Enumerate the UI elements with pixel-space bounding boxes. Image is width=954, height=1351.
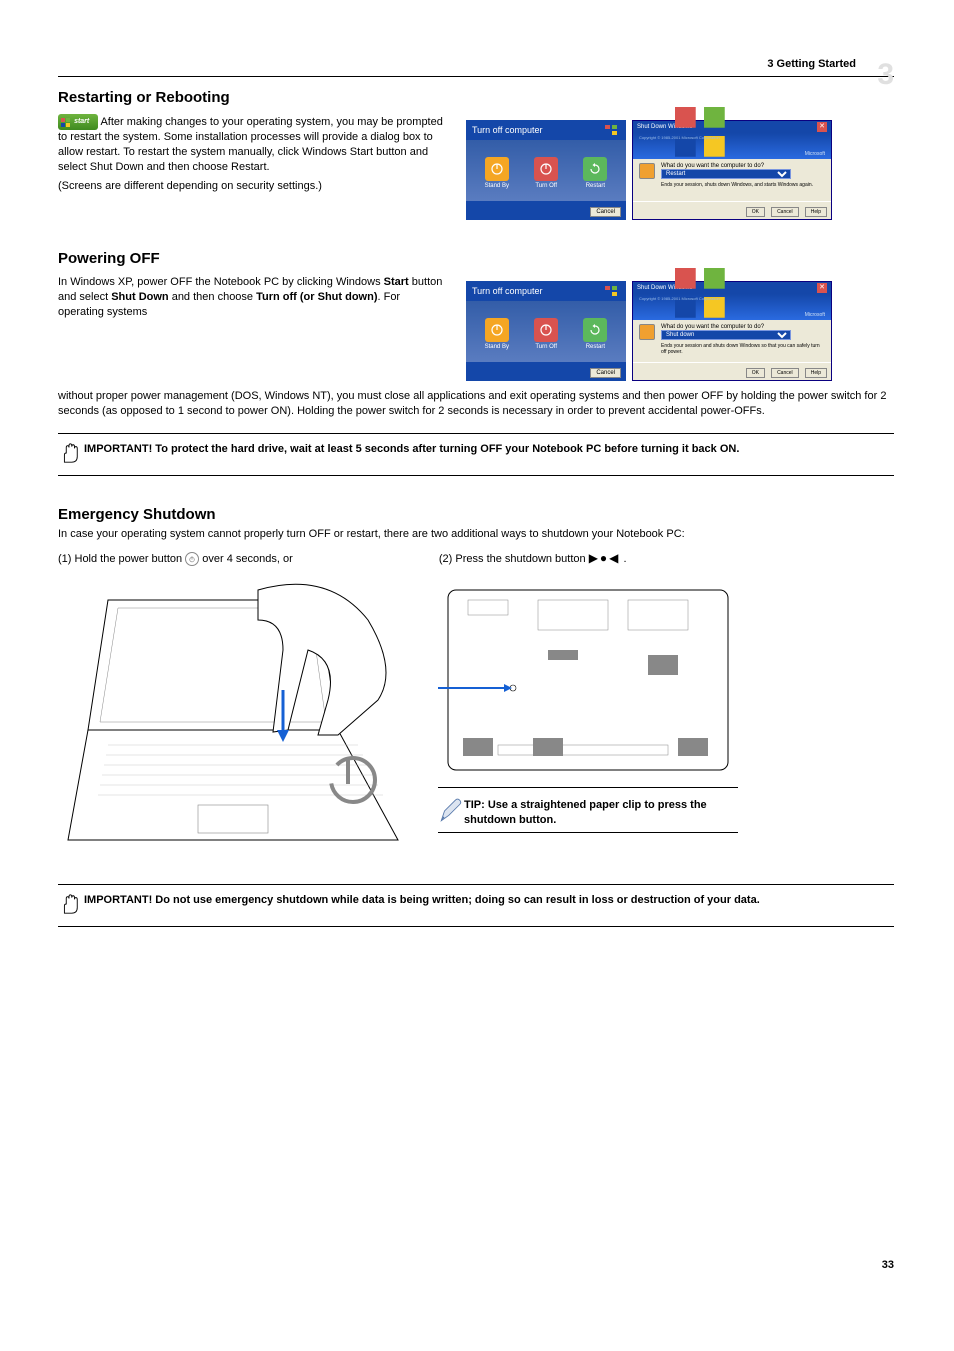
cancel-button[interactable]: Cancel <box>590 207 621 217</box>
action-select[interactable]: Restart <box>661 169 791 179</box>
standby-label: Stand By <box>485 183 509 189</box>
cancel-button[interactable]: Cancel <box>771 368 799 378</box>
ok-button[interactable]: OK <box>746 368 765 378</box>
divider <box>58 926 894 927</box>
close-icon[interactable]: ✕ <box>817 122 827 132</box>
standby-option[interactable]: Stand By <box>485 157 509 189</box>
turnoff-label: Turn Off <box>534 183 558 189</box>
emergency-methods: (1) Hold the power button over 4 seconds… <box>58 550 894 567</box>
shutdown-button-icon: ▶●◀ <box>589 551 621 565</box>
poweroff-body-p2: without proper power management (DOS, Wi… <box>58 389 894 419</box>
emergency-body: In case your operating system cannot pro… <box>58 527 894 542</box>
help-button[interactable]: Help <box>805 207 827 217</box>
close-icon[interactable]: ✕ <box>817 283 827 293</box>
divider <box>438 832 738 833</box>
windows-flag-icon <box>61 117 71 127</box>
microsoft-label: Microsoft <box>805 312 825 318</box>
turnoff-dialog-2: Turn off computer Stand By <box>466 281 626 381</box>
windows-flag-icon <box>604 124 620 136</box>
restart-body: start After making changes to your opera… <box>58 114 448 175</box>
divider <box>438 787 738 788</box>
laptop-illustration <box>58 580 418 870</box>
divider <box>58 433 894 434</box>
standby-label: Stand By <box>485 344 509 350</box>
classic-shutdown-dialog: Shut Down Windows ✕ Copyright © 1985-200… <box>632 281 832 381</box>
copyright-text: Copyright © 1985-2001 Microsoft Corporat… <box>639 297 720 301</box>
copyright-text: Copyright © 1985-2001 Microsoft Corporat… <box>639 136 720 140</box>
page-number-bottom: 33 <box>882 1259 894 1271</box>
tip-text: TIP: Use a straightened paper clip to pr… <box>464 798 738 828</box>
restart-label: Restart <box>583 183 607 189</box>
turnoff-dialog: Turn off computer Stand By <box>466 120 626 220</box>
divider <box>58 884 894 885</box>
important-1: IMPORTANT! To protect the hard drive, wa… <box>84 442 894 457</box>
page-number-top: 3 <box>877 58 894 92</box>
option-desc: Ends your session and shuts down Windows… <box>661 343 825 355</box>
important-2: IMPORTANT! Do not use emergency shutdown… <box>84 893 894 908</box>
divider <box>58 475 894 476</box>
cancel-button[interactable]: Cancel <box>771 207 799 217</box>
pen-icon <box>438 798 464 827</box>
start-button[interactable]: start <box>58 114 98 130</box>
screens-note: (Screens are different depending on secu… <box>58 179 448 194</box>
turnoff-label: Turn Off <box>534 344 558 350</box>
heading-emergency: Emergency Shutdown <box>58 506 894 523</box>
restart-icon <box>583 318 607 342</box>
standby-icon <box>485 157 509 181</box>
power-icon <box>185 552 199 566</box>
cancel-button[interactable]: Cancel <box>590 368 621 378</box>
restart-paragraph: After making changes to your operating s… <box>58 116 443 173</box>
windows-flag-icon <box>604 285 620 297</box>
shutdown-dialog-icon <box>639 163 655 179</box>
help-button[interactable]: Help <box>805 368 827 378</box>
standby-option[interactable]: Stand By <box>485 318 509 350</box>
ok-button[interactable]: OK <box>746 207 765 217</box>
laptop-bottom-illustration: ▶●◀ <box>438 580 738 780</box>
shutdown-dialog-icon <box>639 324 655 340</box>
restart-option[interactable]: Restart <box>583 318 607 350</box>
turnoff-option[interactable]: Turn Off <box>534 318 558 350</box>
start-button-label: start <box>74 118 89 125</box>
option-desc: Ends your session, shuts down Windows, a… <box>661 182 825 188</box>
turnoff-title: Turn off computer <box>472 286 543 296</box>
section-header: 3 Getting Started <box>58 58 894 70</box>
standby-icon <box>485 318 509 342</box>
power-icon <box>534 318 558 342</box>
turnoff-title: Turn off computer <box>472 125 543 135</box>
heading-poweroff: Powering OFF <box>58 250 894 267</box>
hand-icon <box>58 893 84 918</box>
restart-label: Restart <box>583 344 607 350</box>
action-select[interactable]: Shut down <box>661 330 791 340</box>
restart-icon <box>583 157 607 181</box>
power-icon <box>534 157 558 181</box>
turnoff-option[interactable]: Turn Off <box>534 157 558 189</box>
hand-icon <box>58 442 84 467</box>
divider <box>58 76 894 77</box>
classic-restart-dialog: Shut Down Windows ✕ Copyright © 1985-200… <box>632 120 832 220</box>
restart-option[interactable]: Restart <box>583 157 607 189</box>
poweroff-body-p1: In Windows XP, power OFF the Notebook PC… <box>58 275 448 320</box>
heading-restart: Restarting or Rebooting <box>58 89 894 106</box>
microsoft-label: Microsoft <box>805 151 825 157</box>
